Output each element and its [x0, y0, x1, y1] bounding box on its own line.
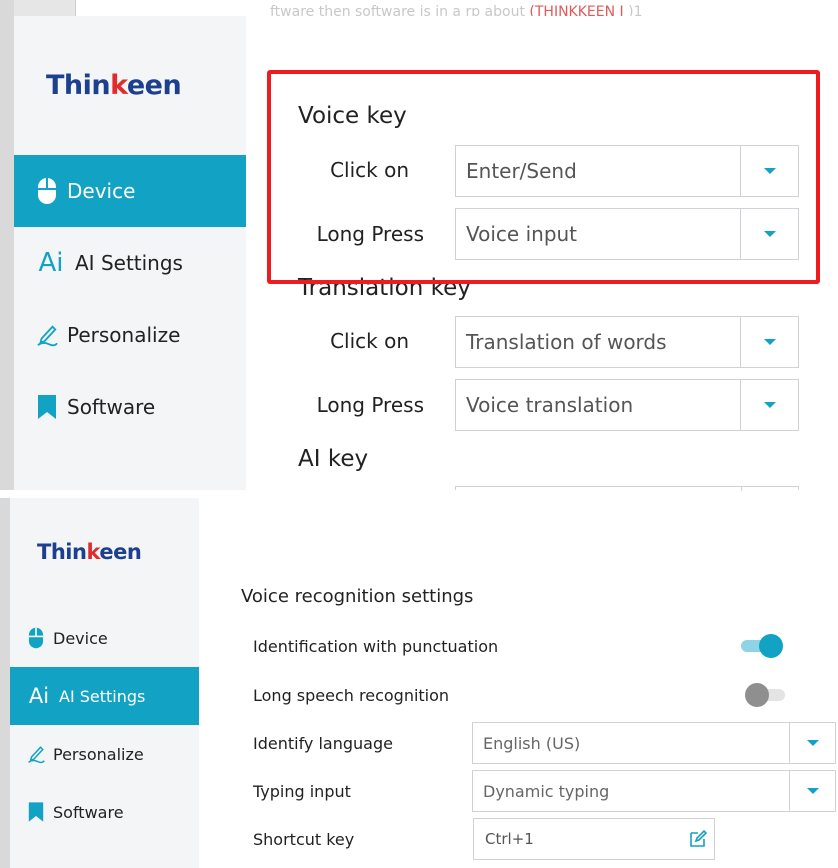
sidebar-item-personalize[interactable]: Personalize: [10, 725, 199, 783]
dropdown-arrow[interactable]: [740, 380, 798, 430]
dropdown-arrow[interactable]: [740, 317, 798, 367]
sidebar-item-device[interactable]: Device: [10, 609, 199, 667]
sidebar-item-software[interactable]: Software: [10, 783, 199, 841]
sidebar-item-device[interactable]: Device: [14, 155, 246, 227]
sidebar-item-ai-settings[interactable]: Ai AI Settings: [10, 667, 199, 725]
pen-icon: [36, 321, 58, 349]
sidebar-item-label: Personalize: [67, 323, 181, 347]
long-speech-label: Long speech recognition: [253, 686, 450, 705]
thinkkeen-logo: Thinkeen: [46, 70, 182, 101]
chevron-down-icon: [806, 740, 819, 746]
dropdown-arrow[interactable]: [789, 771, 835, 811]
sidebar-item-label: Personalize: [53, 744, 144, 764]
voice-recognition-title: Voice recognition settings: [241, 586, 474, 607]
sidebar-item-label: Software: [67, 395, 156, 419]
dropdown-arrow[interactable]: [789, 723, 835, 763]
sidebar-item-ai-settings[interactable]: Ai AI Settings: [14, 227, 246, 299]
edit-icon[interactable]: [688, 829, 708, 849]
translation-click-label: Click on: [330, 329, 409, 353]
window-edge: [0, 0, 14, 490]
shortcut-key-value: Ctrl+1: [485, 830, 534, 848]
sidebar-item-label: AI Settings: [75, 251, 183, 275]
dropdown-value: English (US): [483, 733, 581, 753]
identify-language-dropdown[interactable]: English (US): [472, 722, 836, 764]
dropdown-value: Translation of words: [466, 330, 667, 354]
translation-long-press-label: Long Press: [316, 393, 424, 417]
shortcut-key-label: Shortcut key: [253, 830, 355, 849]
translation-click-dropdown[interactable]: Translation of words: [455, 316, 799, 368]
identify-language-label: Identify language: [253, 734, 393, 753]
ai-icon: Ai: [28, 684, 50, 708]
chevron-down-icon: [806, 788, 819, 794]
sidebar-item-label: AI Settings: [59, 686, 146, 706]
dropdown-divider: [741, 487, 742, 491]
ai-icon: Ai: [38, 248, 64, 278]
shortcut-key-field[interactable]: Ctrl+1: [473, 818, 715, 860]
toggle-knob: [745, 683, 769, 707]
highlight-annotation-box: [267, 70, 820, 284]
sidebar-item-personalize[interactable]: Personalize: [14, 299, 246, 371]
mouse-icon: [27, 627, 45, 649]
mouse-icon: [36, 177, 58, 205]
thinkkeen-logo: Thinkeen: [37, 540, 142, 564]
sidebar-item-label: Device: [53, 628, 108, 648]
translation-long-press-dropdown[interactable]: Voice translation: [455, 379, 799, 431]
ai-key-dropdown-partial[interactable]: [455, 486, 799, 491]
chevron-down-icon: [763, 402, 776, 408]
sidebar-item-label: Device: [67, 179, 136, 203]
punctuation-toggle[interactable]: [741, 634, 785, 658]
window-edge: [0, 498, 10, 868]
typing-input-label: Typing input: [253, 782, 351, 801]
sidebar-item-label: Software: [53, 802, 124, 822]
sidebar-item-software[interactable]: Software: [14, 371, 246, 443]
dropdown-value: Dynamic typing: [483, 781, 610, 801]
toggle-knob: [759, 634, 783, 658]
dropdown-value: Voice translation: [466, 393, 634, 417]
pen-icon: [27, 743, 45, 765]
long-speech-toggle[interactable]: [745, 683, 789, 707]
typing-input-dropdown[interactable]: Dynamic typing: [472, 770, 836, 812]
bookmark-icon: [36, 393, 58, 421]
chevron-down-icon: [763, 339, 776, 345]
ai-key-title: AI key: [298, 446, 369, 472]
punctuation-label: Identification with punctuation: [253, 637, 499, 656]
bookmark-icon: [27, 801, 45, 823]
